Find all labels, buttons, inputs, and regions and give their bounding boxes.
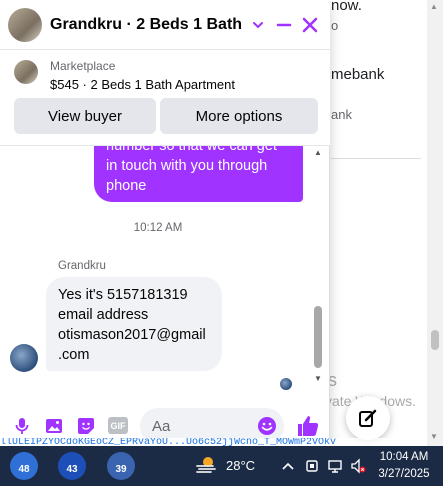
voice-clip-button[interactable] (12, 416, 32, 436)
sticker-icon (78, 418, 94, 434)
clock-date[interactable]: 3/27/2025 (374, 468, 434, 480)
divider (331, 158, 421, 159)
photo-icon (46, 419, 62, 433)
listing-thumbnail[interactable] (14, 60, 38, 84)
outgoing-message[interactable]: number so that we can get in touch with … (94, 146, 303, 202)
message-line[interactable]: .com (58, 345, 210, 365)
taskbar: 48 43 39 28°C 10:04 AM 3/27/2025 (0, 446, 443, 486)
scroll-down-arrow-icon[interactable]: ▼ (430, 432, 438, 441)
close-button[interactable] (300, 15, 320, 35)
message-timestamp: 10:12 AM (133, 222, 183, 234)
background-text: now. (331, 0, 362, 14)
chat-title[interactable]: Grandkru · 2 Beds 1 Bath A... (50, 16, 246, 34)
clock-time[interactable]: 10:04 AM (374, 451, 434, 463)
read-receipt-avatar (280, 378, 292, 390)
message-line[interactable]: otismason2017@gmail (58, 325, 210, 345)
emoji-icon[interactable] (257, 416, 277, 436)
minus-icon (276, 23, 292, 27)
network-icon[interactable] (327, 458, 343, 474)
volume-muted-icon[interactable] (350, 458, 366, 474)
app-badge: 39 (115, 464, 127, 475)
chevron-up-icon[interactable] (280, 458, 296, 474)
chevron-down-icon[interactable] (252, 19, 264, 31)
scroll-down-arrow-icon[interactable]: ▼ (314, 374, 322, 383)
view-buyer-button[interactable]: View buyer (14, 98, 156, 134)
device-icon[interactable] (304, 458, 320, 474)
weather-haze-icon[interactable] (194, 454, 218, 478)
marketplace-label: Marketplace (50, 59, 116, 73)
message-line: email address (58, 307, 149, 323)
background-text: ank (331, 107, 352, 122)
message-line: phone (106, 178, 147, 194)
sticker-button[interactable] (76, 416, 96, 436)
app-badge: 43 (66, 464, 78, 475)
chat-header[interactable]: Grandkru · 2 Beds 1 Bath A... (0, 0, 330, 50)
close-icon (302, 17, 318, 33)
new-message-button[interactable] (346, 396, 390, 440)
message-list[interactable]: number so that we can get in touch with … (0, 146, 330, 390)
message-line: Yes it's 5157181319 (58, 287, 188, 303)
chat-scrollbar[interactable]: ▲ ▼ (311, 146, 325, 390)
more-options-button[interactable]: More options (160, 98, 318, 134)
marketplace-card: Marketplace $545 · 2 Beds 1 Bath Apartme… (0, 50, 330, 146)
background-text: o (331, 18, 339, 33)
message-line: number so that we can get (106, 146, 277, 154)
attach-photo-button[interactable] (44, 416, 64, 436)
sender-name: Grandkru (58, 260, 106, 272)
incoming-message[interactable]: Yes it's 5157181319 email address otisma… (46, 277, 222, 371)
microphone-icon (15, 418, 29, 434)
listing-title[interactable]: $545 · 2 Beds 1 Bath Apartment (50, 77, 235, 92)
compose-icon (359, 409, 377, 427)
page-scrollbar[interactable]: ▲ ▼ (427, 0, 443, 446)
scroll-up-arrow-icon[interactable]: ▲ (314, 148, 322, 157)
avatar[interactable] (8, 7, 42, 42)
gif-icon[interactable]: GIF (108, 417, 128, 434)
like-icon[interactable] (296, 414, 320, 438)
background-text[interactable]: mebank (331, 66, 384, 83)
app-badge: 48 (18, 464, 30, 475)
minimize-button[interactable] (274, 15, 294, 35)
avatar[interactable] (10, 344, 38, 372)
chat-window: Grandkru · 2 Beds 1 Bath A... Marketplac… (0, 0, 330, 446)
weather-temperature[interactable]: 28°C (226, 458, 255, 473)
message-line: in touch with you through (106, 158, 268, 174)
scrollbar-thumb[interactable] (314, 306, 322, 368)
scrollbar-thumb[interactable] (431, 330, 439, 350)
scroll-up-arrow-icon[interactable]: ▲ (430, 2, 438, 11)
